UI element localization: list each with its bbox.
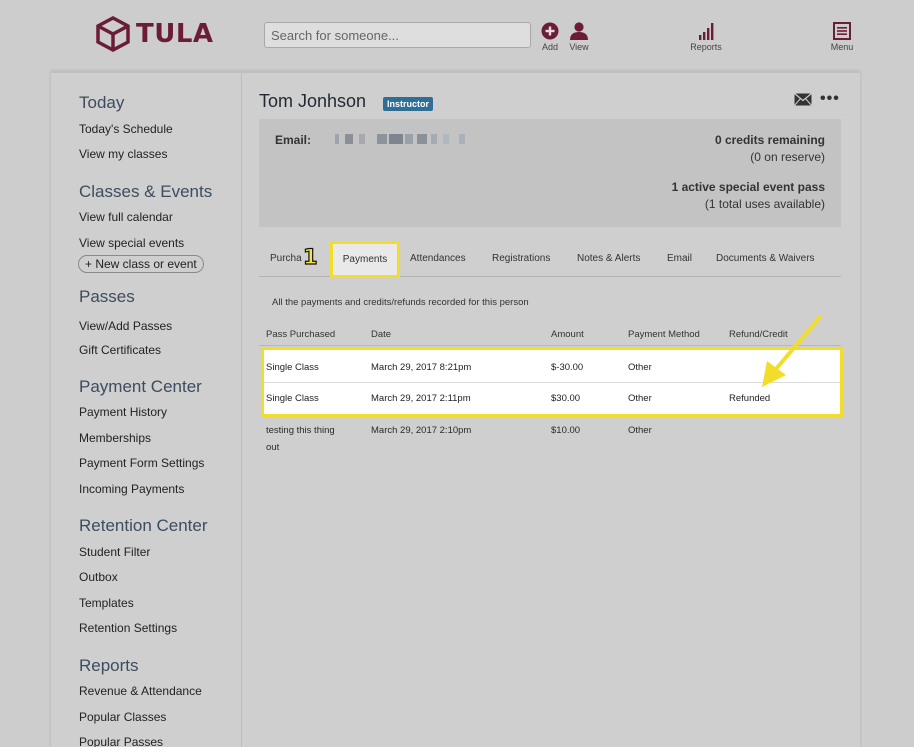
cell-pass-line2: out xyxy=(266,442,280,453)
sidebar-item-outbox[interactable]: Outbox xyxy=(79,570,118,584)
person-tabs: Purcha Payments Attendances Registration… xyxy=(259,241,841,278)
tab-documents-waivers[interactable]: Documents & Waivers xyxy=(716,253,815,264)
sidebar-item-popular-passes[interactable]: Popular Passes xyxy=(79,735,163,747)
new-class-or-event-button[interactable]: + New class or event xyxy=(78,255,204,273)
cell-method: Other xyxy=(628,393,652,404)
cell-amount: $30.00 xyxy=(551,393,581,404)
view-label: View xyxy=(569,42,589,52)
tab-notes-alerts[interactable]: Notes & Alerts xyxy=(577,253,640,264)
menu-label: Menu xyxy=(830,42,854,52)
cell-method: Other xyxy=(628,362,652,373)
tab-email[interactable]: Email xyxy=(667,253,692,264)
sidebar-item-memberships[interactable]: Memberships xyxy=(79,431,151,445)
menu-button[interactable]: Menu xyxy=(826,22,858,52)
sidebar-item-student-filter[interactable]: Student Filter xyxy=(79,545,150,559)
sidebar-item-revenue-attendance[interactable]: Revenue & Attendance xyxy=(79,684,202,698)
sidebar-section-reports: Reports xyxy=(79,656,139,675)
sidebar-section-payment-center: Payment Center xyxy=(79,377,202,396)
sidebar-item-view-my-classes[interactable]: View my classes xyxy=(79,147,167,161)
column-header-date: Date xyxy=(371,329,392,340)
column-header-amount: Amount xyxy=(551,329,584,340)
plus-circle-icon xyxy=(541,22,559,40)
brand-name: TULA xyxy=(136,19,214,49)
credits-reserve: (0 on reserve) xyxy=(750,150,825,164)
cell-date: March 29, 2017 2:11pm xyxy=(371,393,471,404)
cell-pass: Single Class xyxy=(266,393,319,404)
cell-date: March 29, 2017 2:10pm xyxy=(371,425,472,436)
sidebar-item-retention-settings[interactable]: Retention Settings xyxy=(79,621,177,635)
email-label: Email: xyxy=(275,133,312,147)
payments-note: All the payments and credits/refunds rec… xyxy=(272,297,529,308)
column-header-method: Payment Method xyxy=(628,329,700,340)
reports-button[interactable]: Reports xyxy=(686,22,726,52)
credits-remaining: 0 credits remaining xyxy=(714,133,825,147)
sidebar-item-incoming-payments[interactable]: Incoming Payments xyxy=(79,482,184,496)
more-options-icon[interactable]: ••• xyxy=(820,91,840,107)
sidebar-item-popular-classes[interactable]: Popular Classes xyxy=(79,710,166,724)
top-bar: TULA Add View Reports xyxy=(0,0,914,70)
mail-button[interactable] xyxy=(794,93,812,111)
sidebar-item-view-add-passes[interactable]: View/Add Passes xyxy=(79,319,172,333)
cell-refund: Refunded xyxy=(729,393,771,404)
role-badge: Instructor xyxy=(383,97,434,111)
tab-attendances[interactable]: Attendances xyxy=(410,253,466,264)
sidebar-item-view-full-calendar[interactable]: View full calendar xyxy=(79,210,173,224)
tula-logo[interactable]: TULA xyxy=(96,16,214,52)
cell-pass: Single Class xyxy=(266,362,319,373)
cell-pass: testing this thing xyxy=(266,425,335,436)
column-header-pass: Pass Purchased xyxy=(266,329,336,340)
add-label: Add xyxy=(541,42,558,52)
menu-icon xyxy=(833,22,851,40)
sidebar-section-today: Today xyxy=(79,93,125,112)
add-button[interactable]: Add xyxy=(538,22,562,52)
sidebar-item-payment-form-settings[interactable]: Payment Form Settings xyxy=(79,456,204,470)
sidebar-item-templates[interactable]: Templates xyxy=(79,596,134,610)
cell-date: March 29, 2017 8:21pm xyxy=(371,362,472,373)
cell-amount: $-30.00 xyxy=(551,362,584,373)
tab-payments[interactable]: Payments xyxy=(330,241,400,278)
person-info-box: Email: 0 credits remaining (0 on reserve… xyxy=(259,119,841,227)
callout-1: 1 xyxy=(302,244,318,269)
bar-chart-icon xyxy=(699,23,714,40)
cell-method: Other xyxy=(628,425,652,436)
person-detail: Tom Jonhson Instructor ••• Email: 0 cred… xyxy=(243,73,860,747)
sidebar-item-view-special-events[interactable]: View special events xyxy=(79,236,184,250)
search-input[interactable] xyxy=(264,22,531,48)
envelope-icon xyxy=(794,93,812,106)
annotation-arrow-icon xyxy=(762,315,822,387)
user-icon xyxy=(570,22,588,40)
sidebar-item-payment-history[interactable]: Payment History xyxy=(79,405,167,419)
sidebar-section-passes: Passes xyxy=(79,287,135,306)
sidebar-item-todays-schedule[interactable]: Today's Schedule xyxy=(79,122,173,136)
cell-amount: $10.00 xyxy=(551,425,581,436)
sidebar-section-retention-center: Retention Center xyxy=(79,516,208,535)
sidebar-section-classes-events: Classes & Events xyxy=(79,182,213,201)
person-name: Tom Jonhson xyxy=(259,91,367,111)
content-card: Today Today's Schedule View my classes C… xyxy=(51,71,860,747)
event-pass-uses: (1 total uses available) xyxy=(704,197,825,211)
tab-registrations[interactable]: Registrations xyxy=(492,253,550,264)
reports-label: Reports xyxy=(690,42,722,52)
view-button[interactable]: View xyxy=(566,22,592,52)
tab-purchases[interactable]: Purcha xyxy=(270,253,302,264)
tula-logo-icon xyxy=(96,16,130,52)
event-pass-count: 1 active special event pass xyxy=(671,180,825,194)
sidebar: Today Today's Schedule View my classes C… xyxy=(51,73,242,747)
sidebar-item-gift-certificates[interactable]: Gift Certificates xyxy=(79,343,161,357)
